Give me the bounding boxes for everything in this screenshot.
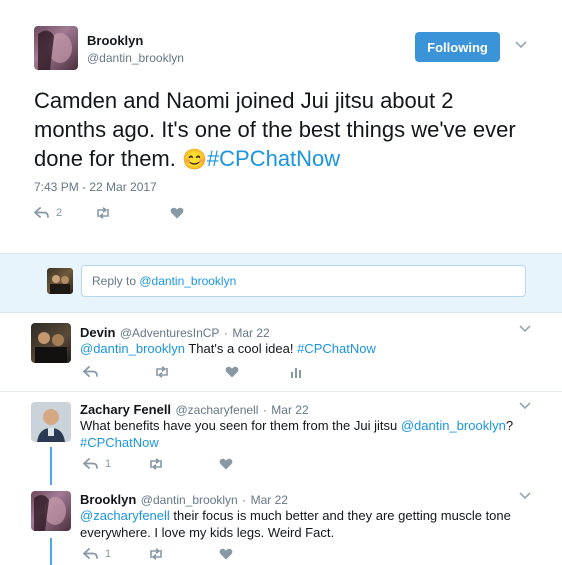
- reply-icon: [83, 458, 99, 470]
- mention-link[interactable]: @zacharyfenell: [80, 508, 170, 523]
- reply-text: What benefits have you seen for them fro…: [80, 417, 550, 451]
- thread-line: [50, 538, 52, 565]
- tweet-date[interactable]: Mar 22: [232, 326, 269, 340]
- tweet-date[interactable]: Mar 22: [251, 493, 288, 507]
- reply-button[interactable]: 1: [83, 548, 111, 560]
- retweet-icon: [153, 366, 171, 378]
- author-name[interactable]: Devin: [80, 325, 115, 340]
- reply-text-line: everywhere. I love my kids legs. Weird F…: [80, 525, 335, 540]
- author-name[interactable]: Brooklyn: [87, 33, 143, 48]
- like-button[interactable]: [170, 207, 184, 219]
- reply-count: 1: [105, 548, 112, 560]
- retweet-button[interactable]: [147, 548, 165, 560]
- tweet-actions: 1: [83, 458, 275, 470]
- retweet-button[interactable]: [147, 458, 165, 470]
- reply-input[interactable]: Reply to @dantin_brooklyn: [81, 265, 526, 297]
- like-button[interactable]: [219, 458, 233, 470]
- analytics-button[interactable]: [291, 366, 301, 378]
- reply-input-prefix: Reply to: [92, 274, 140, 288]
- like-icon: [219, 548, 233, 560]
- tweet-actions: [83, 366, 343, 378]
- divider: [0, 391, 562, 392]
- analytics-icon: [291, 366, 301, 378]
- reply-text-body: That's a cool idea!: [184, 341, 298, 356]
- tweet-text-line: Camden and Naomi joined Jui jitsu about …: [34, 88, 454, 113]
- following-button[interactable]: Following: [415, 32, 500, 62]
- retweet-button[interactable]: [153, 366, 171, 378]
- hashtag-link[interactable]: #CPChatNow: [80, 435, 159, 450]
- reply-button[interactable]: 2: [34, 207, 62, 219]
- reply-button[interactable]: [83, 366, 99, 378]
- reply-input-mention: @dantin_brooklyn: [139, 274, 237, 288]
- retweet-icon: [94, 207, 112, 219]
- tweet-timestamp[interactable]: 7:43 PM - 22 Mar 2017: [34, 180, 157, 194]
- reply-text-line: #CPChatNow: [80, 434, 550, 451]
- author-name[interactable]: Zachary Fenell: [80, 402, 171, 417]
- retweet-icon: [147, 458, 165, 470]
- reply-text-end: ?: [505, 418, 514, 433]
- reply-icon: [34, 207, 50, 219]
- avatar[interactable]: [31, 402, 71, 442]
- chevron-down-icon[interactable]: [519, 402, 531, 410]
- thread-line: [50, 447, 52, 485]
- reply-text: @dantin_brooklyn That's a cool idea! #CP…: [80, 340, 376, 357]
- reply-text-line: What benefits have you seen for them fro…: [80, 417, 550, 434]
- chevron-down-icon[interactable]: [519, 492, 531, 500]
- reply-text: @zacharyfenell their focus is much bette…: [80, 507, 555, 541]
- reply-text-body: their focus is much better and they are …: [169, 508, 511, 523]
- tweet-date[interactable]: Mar 22: [271, 403, 308, 417]
- tweet-actions: 1: [83, 548, 275, 560]
- tweet-text-line: done for them. 😊#CPChatNow: [34, 144, 554, 175]
- separator-dot: ·: [262, 403, 267, 417]
- author-handle[interactable]: @AdventuresInCP: [120, 326, 220, 340]
- tweet-text-line-end: done for them.: [34, 146, 176, 171]
- author-handle[interactable]: @zacharyfenell: [176, 403, 259, 417]
- hashtag-link[interactable]: #CPChatNow: [207, 146, 340, 171]
- reply-count: 2: [56, 207, 63, 219]
- reply-text-body: What benefits have you seen for them fro…: [80, 418, 401, 433]
- hashtag-link[interactable]: #CPChatNow: [297, 341, 376, 356]
- separator-dot: ·: [223, 326, 228, 340]
- like-icon: [225, 366, 239, 378]
- separator-dot: ·: [242, 493, 247, 507]
- like-icon: [170, 207, 184, 219]
- chevron-down-icon[interactable]: [519, 325, 531, 333]
- mention-link[interactable]: @dantin_brooklyn: [401, 418, 506, 433]
- reply-button[interactable]: 1: [83, 458, 111, 470]
- tweet-text: Camden and Naomi joined Jui jitsu about …: [34, 86, 554, 175]
- reply-icon: [83, 366, 99, 378]
- mention-link[interactable]: @dantin_brooklyn: [80, 341, 185, 356]
- like-button[interactable]: [225, 366, 239, 378]
- avatar[interactable]: [31, 491, 71, 531]
- retweet-icon: [147, 548, 165, 560]
- avatar[interactable]: [34, 26, 78, 70]
- like-icon: [219, 458, 233, 470]
- retweet-button[interactable]: [94, 207, 112, 219]
- chevron-down-icon[interactable]: [515, 41, 527, 49]
- author-handle[interactable]: @dantin_brooklyn: [141, 493, 238, 507]
- reply-icon: [83, 548, 99, 560]
- tweet-actions: 2: [34, 207, 226, 219]
- author-name[interactable]: Brooklyn: [80, 492, 136, 507]
- author-handle[interactable]: @dantin_brooklyn: [87, 51, 184, 65]
- tweet-text-line: months ago. It's one of the best things …: [34, 117, 516, 142]
- reply-count: 1: [105, 458, 112, 470]
- emoji: 😊: [182, 149, 207, 171]
- avatar[interactable]: [31, 323, 71, 363]
- avatar: [47, 268, 73, 294]
- following-button-label: Following: [427, 39, 488, 55]
- like-button[interactable]: [219, 548, 233, 560]
- reply-text-line: @zacharyfenell their focus is much bette…: [80, 507, 555, 524]
